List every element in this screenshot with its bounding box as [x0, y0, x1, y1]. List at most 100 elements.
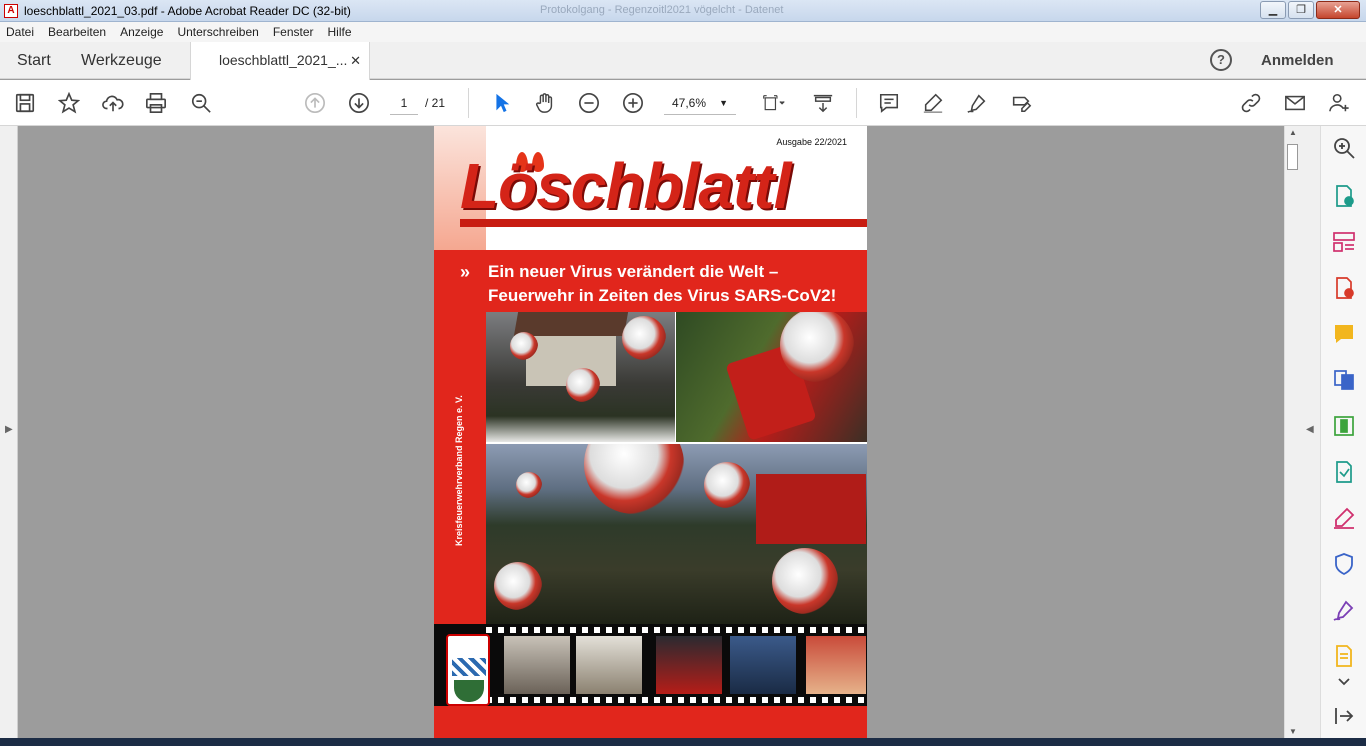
- previous-page-icon[interactable]: [302, 90, 328, 116]
- email-icon[interactable]: [1282, 90, 1308, 116]
- cover-photo-car-rescue: [676, 312, 867, 442]
- menu-bearbeiten[interactable]: Bearbeiten: [48, 25, 106, 39]
- combine-files-icon[interactable]: [1332, 368, 1356, 392]
- virus-graphic: [566, 368, 600, 402]
- menu-anzeige[interactable]: Anzeige: [120, 25, 163, 39]
- roof-shape: [513, 312, 629, 336]
- signin-button[interactable]: Anmelden: [1261, 42, 1334, 79]
- cover-bottom-band: [434, 706, 867, 738]
- film-perforation: [486, 627, 867, 633]
- maximize-button[interactable]: ❐: [1288, 1, 1314, 19]
- film-perforation: [486, 697, 867, 703]
- create-pdf-icon[interactable]: [1332, 276, 1356, 300]
- menu-bar: Datei Bearbeiten Anzeige Unterschreiben …: [0, 22, 1366, 42]
- headline-line-2: Feuerwehr in Zeiten des Virus SARS-CoV2!: [488, 286, 837, 305]
- page-fit-icon[interactable]: [756, 90, 792, 116]
- hand-tool-icon[interactable]: [532, 90, 558, 116]
- right-tools-pane: [1320, 126, 1366, 746]
- virus-graphic: [516, 472, 542, 498]
- right-panel-toggle[interactable]: ◀: [1300, 126, 1320, 746]
- scrollbar-thumb[interactable]: [1287, 144, 1298, 170]
- comment-icon[interactable]: [876, 90, 902, 116]
- collapse-pane-icon[interactable]: [1332, 704, 1356, 728]
- photo-filmstrip: [434, 624, 867, 706]
- virus-graphic: [704, 462, 750, 508]
- cover-photo-firefighters: [486, 444, 867, 624]
- highlight-pen-icon[interactable]: [920, 90, 946, 116]
- virus-graphic: [584, 444, 684, 514]
- save-icon[interactable]: [12, 90, 38, 116]
- zoom-level-select[interactable]: 47,6% ▼: [664, 91, 736, 115]
- zoom-search-icon[interactable]: [188, 90, 214, 116]
- virus-graphic: [772, 548, 838, 614]
- more-tools-icon[interactable]: [1332, 644, 1356, 668]
- comment-tool-icon[interactable]: [1332, 322, 1356, 346]
- zoom-out-icon[interactable]: [576, 90, 602, 116]
- bookmark-star-icon[interactable]: [56, 90, 82, 116]
- virus-graphic: [510, 332, 538, 360]
- fill-sign-icon[interactable]: [1332, 506, 1356, 530]
- masthead-title: Löschblattl: [460, 150, 791, 222]
- organize-pages-icon[interactable]: [1332, 230, 1356, 254]
- sign-pen-icon[interactable]: [964, 90, 990, 116]
- tab-bar: Start Werkzeuge loeschblattl_2021_... ✕: [0, 42, 1366, 80]
- expand-left-panel-icon[interactable]: ▶: [5, 424, 13, 435]
- headline-bullet: »: [460, 262, 471, 282]
- send-for-review-icon[interactable]: [1332, 460, 1356, 484]
- tab-start[interactable]: Start: [17, 42, 51, 79]
- tab-document[interactable]: loeschblattl_2021_... ✕: [190, 42, 370, 80]
- filmstrip-photo: [806, 636, 866, 694]
- menu-unterschreiben[interactable]: Unterschreiben: [177, 25, 258, 39]
- coat-of-arms-logo: [446, 634, 490, 706]
- background-window-title: Protokolgang - Regenzoitl2021 vögelcht -…: [540, 4, 784, 16]
- export-pdf-icon[interactable]: [1332, 184, 1356, 208]
- scroll-down-arrow-icon[interactable]: ▼: [1289, 727, 1297, 736]
- minimize-button[interactable]: ▁: [1260, 1, 1286, 19]
- print-icon[interactable]: [143, 90, 169, 116]
- virus-graphic: [780, 312, 854, 382]
- headline-line-1: Ein neuer Virus verändert die Welt –: [488, 262, 779, 281]
- tab-document-label: loeschblattl_2021_...: [219, 52, 348, 68]
- add-user-icon[interactable]: [1326, 90, 1352, 116]
- main-toolbar: 1 / 21 47,6% ▼: [0, 80, 1366, 126]
- zoom-in-icon[interactable]: [620, 90, 646, 116]
- close-tab-icon[interactable]: ✕: [350, 42, 361, 79]
- headline-banner: » Ein neuer Virus verändert die Welt – F…: [434, 250, 867, 312]
- acrobat-app-icon: A: [4, 3, 18, 18]
- window-titlebar: A loeschblattl_2021_03.pdf - Adobe Acrob…: [0, 0, 1366, 22]
- protect-shield-icon[interactable]: [1332, 552, 1356, 576]
- compress-pdf-icon[interactable]: [1332, 414, 1356, 438]
- search-zoom-icon[interactable]: [1332, 136, 1356, 160]
- scroll-up-arrow-icon[interactable]: ▲: [1289, 128, 1297, 137]
- filmstrip-photo: [656, 636, 722, 694]
- tab-tools[interactable]: Werkzeuge: [81, 42, 162, 79]
- scroll-mode-icon[interactable]: [810, 90, 836, 116]
- pdf-page: Ausgabe 22/2021 Löschblattl » Ein neuer …: [434, 126, 867, 738]
- vertical-scrollbar[interactable]: ▲ ▼: [1284, 126, 1300, 746]
- chevron-down-icon[interactable]: [1332, 670, 1356, 694]
- page-number-input[interactable]: 1: [390, 91, 418, 115]
- help-icon[interactable]: ?: [1210, 49, 1232, 71]
- menu-fenster[interactable]: Fenster: [273, 25, 314, 39]
- menu-datei[interactable]: Datei: [6, 25, 34, 39]
- publisher-vertical-text: Kreisfeuerwehrverband Regen e. V.: [454, 395, 464, 546]
- share-link-icon[interactable]: [1238, 90, 1264, 116]
- menu-hilfe[interactable]: Hilfe: [328, 25, 352, 39]
- cover-photo-house: [486, 312, 675, 442]
- fire-truck-shape: [756, 474, 866, 544]
- left-panel-toggle[interactable]: ▶: [0, 126, 18, 746]
- issue-number: Ausgabe 22/2021: [776, 137, 847, 147]
- select-cursor-icon[interactable]: [488, 90, 514, 116]
- virus-graphic: [622, 316, 666, 360]
- filmstrip-photo: [730, 636, 796, 694]
- toolbar-divider: [856, 88, 857, 118]
- close-window-button[interactable]: ✕: [1316, 1, 1360, 19]
- edit-pdf-icon[interactable]: [1008, 90, 1034, 116]
- upload-cloud-icon[interactable]: [100, 90, 126, 116]
- filmstrip-photo: [504, 636, 570, 694]
- collapse-right-panel-icon[interactable]: ◀: [1306, 424, 1314, 435]
- request-signature-icon[interactable]: [1332, 598, 1356, 622]
- zoom-level-value: 47,6%: [672, 96, 707, 110]
- next-page-icon[interactable]: [346, 90, 372, 116]
- crest-shield: [454, 680, 484, 702]
